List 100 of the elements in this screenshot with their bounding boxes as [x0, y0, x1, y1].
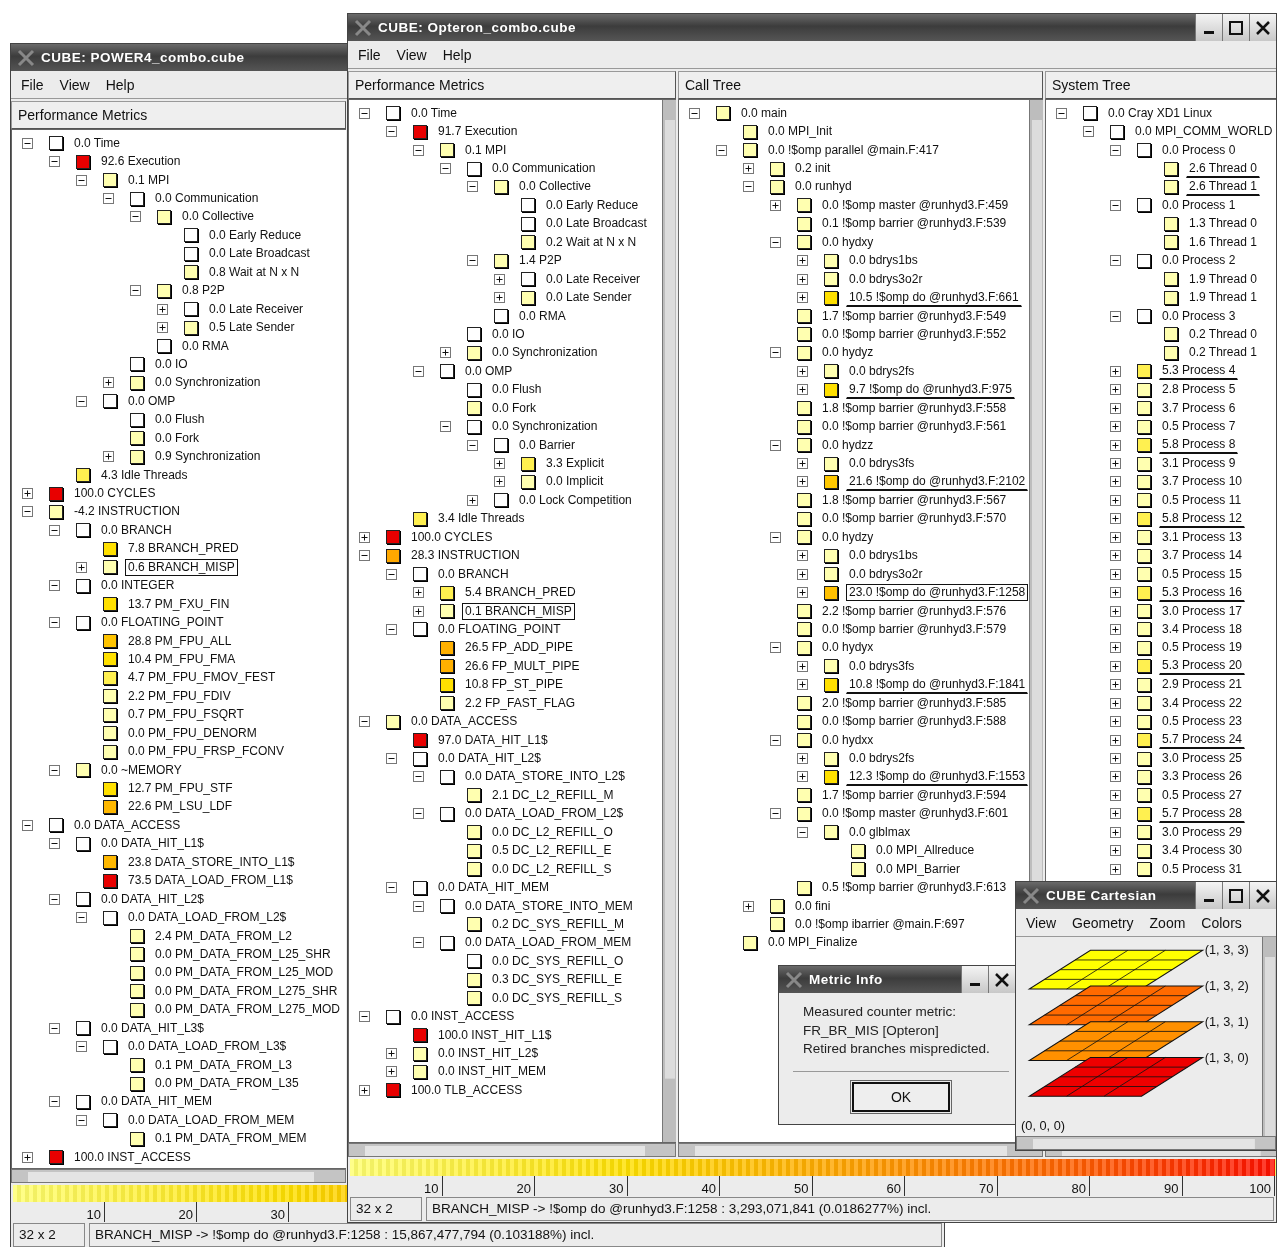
tree-item[interactable]: 0.0 Early Reduce [206, 226, 305, 244]
collapse-icon[interactable] [49, 156, 60, 168]
tree-item[interactable]: 2.2 !$omp barrier @runhyd3.F:576 [819, 602, 1010, 620]
expand-icon[interactable] [743, 163, 754, 175]
tree-item[interactable]: 2.8 Process 5 [1159, 381, 1239, 399]
tree-item[interactable]: 0.0 Fork [152, 429, 202, 447]
collapse-icon[interactable] [76, 1114, 87, 1126]
tree-item[interactable]: 91.7 Execution [435, 123, 521, 141]
expand-icon[interactable] [22, 1151, 33, 1163]
collapse-icon[interactable] [1110, 199, 1121, 211]
tree-item[interactable]: 0.5 Process 15 [1159, 565, 1246, 583]
expand-icon[interactable] [413, 605, 424, 617]
tree-item[interactable]: 0.0 DC_L2_REFILL_O [489, 823, 616, 841]
tree-item[interactable]: 0.0 DATA_HIT_L2$ [435, 750, 544, 768]
expand-icon[interactable] [1110, 531, 1121, 543]
tree-item[interactable]: 100.0 INST_HIT_L1$ [435, 1026, 555, 1044]
tree-item[interactable]: 0.0 IO [152, 355, 191, 373]
tree-item[interactable]: 0.0 Communication [489, 160, 599, 178]
menu-item[interactable]: Zoom [1143, 912, 1192, 933]
expand-icon[interactable] [22, 488, 33, 500]
menu-item[interactable]: View [390, 44, 433, 65]
tree-item[interactable]: 0.8 Wait at N x N [206, 263, 303, 281]
tree-item[interactable]: 4.3 Idle Threads [98, 466, 191, 484]
tree-item[interactable]: 2.2 PM_FPU_FDIV [125, 687, 234, 705]
tree-item[interactable]: 3.4 Idle Threads [435, 510, 528, 528]
menu-item[interactable]: Help [99, 74, 141, 95]
tree-item[interactable]: 0.0 INTEGER [98, 577, 178, 595]
expand-icon[interactable] [494, 458, 505, 470]
tree-item[interactable]: 100.0 CYCLES [408, 528, 496, 546]
tree-item[interactable]: 7.8 BRANCH_PRED [125, 540, 242, 558]
tree-item[interactable]: 0.0 hydzz [819, 436, 877, 454]
expand-icon[interactable] [797, 476, 808, 488]
tree-item[interactable]: 1.9 Thread 1 [1186, 289, 1260, 307]
expand-icon[interactable] [440, 347, 451, 359]
tree-item[interactable]: 0.1 !$omp barrier @runhyd3.F:539 [819, 215, 1010, 233]
collapse-icon[interactable] [413, 771, 424, 783]
expand-icon[interactable] [770, 199, 781, 211]
tree-item[interactable]: 2.6 Thread 0 [1186, 159, 1260, 178]
tree-item[interactable]: 5.3 Process 20 [1159, 657, 1246, 676]
expand-icon[interactable] [1110, 458, 1121, 470]
collapse-icon[interactable] [386, 568, 397, 580]
tree-item[interactable]: 0.0 main [738, 104, 791, 122]
tree-item[interactable]: 3.7 Process 10 [1159, 473, 1246, 491]
tree-item[interactable]: 0.0 glblmax [846, 823, 914, 841]
tree-item[interactable]: 0.0 MPI_Barrier [873, 860, 964, 878]
tree-item[interactable]: 21.6 !$omp do @runhyd3.F:2102 [846, 472, 1029, 491]
tree-item[interactable]: 5.3 Process 16 [1159, 583, 1246, 602]
expand-icon[interactable] [797, 273, 808, 285]
tree-item[interactable]: 0.0 Cray XD1 Linux [1105, 104, 1216, 122]
tree-item[interactable]: 10.8 FP_ST_PIPE [462, 676, 567, 694]
collapse-icon[interactable] [743, 181, 754, 193]
expand-icon[interactable] [1110, 789, 1121, 801]
scrollbar[interactable] [662, 100, 676, 1142]
expand-icon[interactable] [1110, 642, 1121, 654]
collapse-icon[interactable] [22, 506, 33, 518]
tree-item[interactable]: 0.5 DC_L2_REFILL_E [489, 842, 615, 860]
tree-item[interactable]: 0.0 hydyz [819, 344, 877, 362]
collapse-icon[interactable] [1083, 126, 1094, 138]
tree-item[interactable]: 0.5 Process 31 [1159, 860, 1246, 878]
expand-icon[interactable] [1110, 845, 1121, 857]
menu-item[interactable]: Colors [1195, 912, 1248, 933]
processor-layer[interactable] [1027, 1021, 1205, 1061]
expand-icon[interactable] [797, 255, 808, 267]
tree-item[interactable]: 0.0 Process 1 [1159, 196, 1239, 214]
tree-item[interactable]: 3.0 Process 29 [1159, 823, 1246, 841]
collapse-icon[interactable] [22, 137, 33, 149]
tree-item[interactable]: 0.0 Barrier [516, 436, 579, 454]
expand-icon[interactable] [1110, 716, 1121, 728]
tree-item[interactable]: -4.2 INSTRUCTION [71, 503, 183, 521]
expand-icon[interactable] [1110, 605, 1121, 617]
collapse-icon[interactable] [1056, 107, 1067, 119]
tree-item[interactable]: 1.8 !$omp barrier @runhyd3.F:558 [819, 399, 1010, 417]
collapse-icon[interactable] [386, 882, 397, 894]
collapse-icon[interactable] [359, 1011, 370, 1023]
tree-item[interactable]: 0.0 PM_DATA_FROM_L275_MOD [152, 1001, 343, 1019]
tree-item[interactable]: 0.0 bdrys2fs [846, 750, 918, 768]
minimize-button[interactable] [1195, 882, 1222, 909]
tree-item[interactable]: 0.0 FLOATING_POINT [98, 614, 227, 632]
expand-icon[interactable] [359, 1084, 370, 1096]
tree-item[interactable]: 0.0 !$omp barrier @runhyd3.F:570 [819, 510, 1010, 528]
collapse-icon[interactable] [49, 617, 60, 629]
tree-item[interactable]: 0.0 Late Receiver [206, 300, 307, 318]
tree-item[interactable]: 0.0 Collective [516, 178, 595, 196]
collapse-icon[interactable] [467, 439, 478, 451]
collapse-icon[interactable] [467, 181, 478, 193]
tree-item[interactable]: 0.0 INST_HIT_L2$ [435, 1045, 542, 1063]
menu-item[interactable]: View [1020, 912, 1063, 933]
collapse-icon[interactable] [130, 285, 141, 297]
collapse-icon[interactable] [413, 937, 424, 949]
tree-item[interactable]: 1.7 !$omp barrier @runhyd3.F:549 [819, 307, 1010, 325]
tree-item[interactable]: 100.0 INST_ACCESS [71, 1148, 194, 1166]
tree-item[interactable]: 0.0 hydxy [819, 233, 877, 251]
tree-item[interactable]: 0.6 BRANCH_MISP [125, 558, 238, 576]
expand-icon[interactable] [1110, 568, 1121, 580]
tree-item[interactable]: 28.3 INSTRUCTION [408, 547, 523, 565]
tree-item[interactable]: 0.0 DATA_LOAD_FROM_MEM [462, 934, 635, 952]
tree-item[interactable]: 0.0 PM_FPU_DENORM [125, 724, 260, 742]
expand-icon[interactable] [103, 377, 114, 389]
tree-item[interactable]: 1.3 Thread 0 [1186, 215, 1260, 233]
tree-item[interactable]: 0.0 IO [489, 325, 528, 343]
